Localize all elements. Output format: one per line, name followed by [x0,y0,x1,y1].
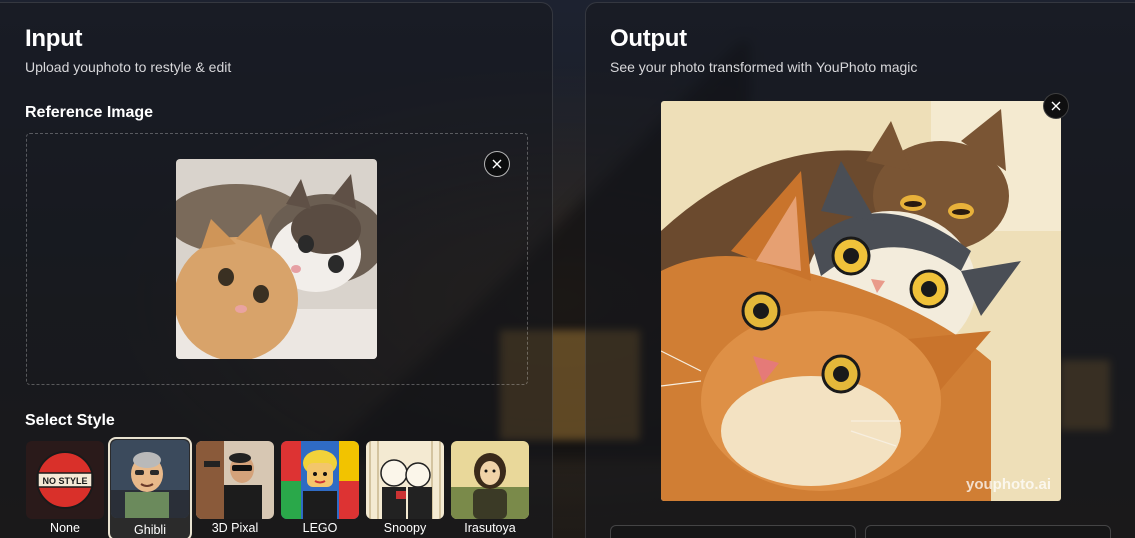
output-action-button-left[interactable] [610,525,856,538]
no-style-badge: NO STYLE [42,476,87,486]
style-label: LEGO [302,521,338,535]
style-thumb-none: NO STYLE [26,441,104,519]
style-thumb-3d-pixal [196,441,274,519]
style-thumb-irasutoya [451,441,529,519]
style-selector: NO STYLE None Ghibli 3D Pixal LEGO Snoop… [26,437,530,538]
style-option-irasutoya[interactable]: Irasutoya [451,441,529,538]
style-option-ghibli[interactable]: Ghibli [108,437,192,538]
reference-image-label: Reference Image [25,104,154,121]
select-style-label: Select Style [25,412,115,429]
input-subtitle: Upload youphoto to restyle & edit [25,59,232,75]
close-icon [492,159,502,169]
style-label: Irasutoya [464,521,516,535]
input-title: Input [25,25,83,52]
style-label: None [50,521,80,535]
style-thumb-snoopy [366,441,444,519]
style-option-none[interactable]: NO STYLE None [26,441,104,538]
output-image: youphoto.ai [661,101,1061,501]
style-thumb-lego [281,441,359,519]
remove-output-button[interactable] [1043,93,1069,119]
output-action-button-right[interactable] [865,525,1111,538]
output-watermark: youphoto.ai [966,476,1051,493]
output-title: Output [610,25,687,52]
style-option-3d-pixal[interactable]: 3D Pixal [196,441,274,538]
reference-image [176,159,377,359]
style-option-snoopy[interactable]: Snoopy [366,441,444,538]
style-label: 3D Pixal [211,521,259,535]
remove-reference-button[interactable] [484,151,510,177]
output-subtitle: See your photo transformed with YouPhoto… [610,59,918,75]
style-option-lego[interactable]: LEGO [281,441,359,538]
close-icon [1051,101,1061,111]
style-label: Ghibli [134,523,166,537]
style-thumb-ghibli [111,440,189,518]
style-label: Snoopy [383,521,427,535]
